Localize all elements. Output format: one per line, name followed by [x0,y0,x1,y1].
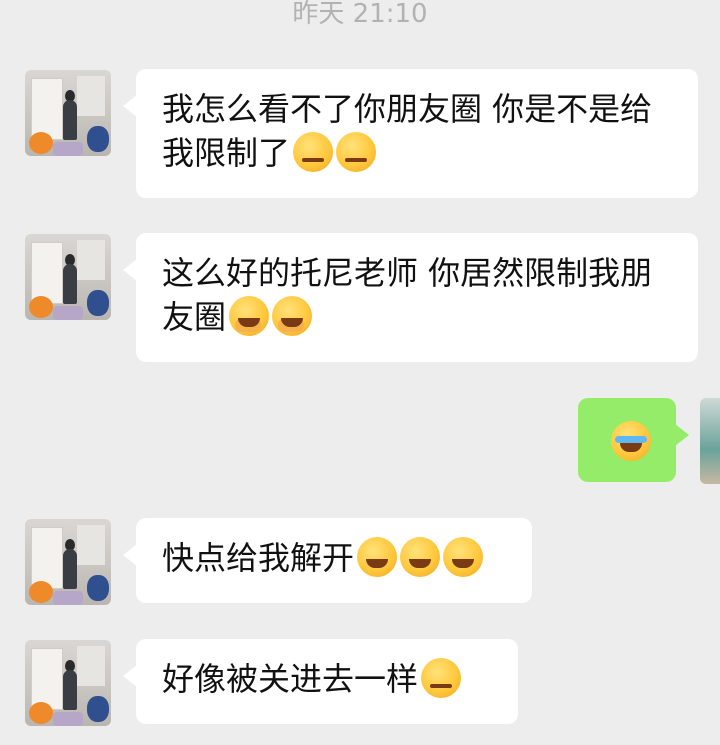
contact-avatar[interactable] [25,519,111,605]
tears-of-joy-emoji-icon [611,421,651,461]
message-text: 快点给我解开 [162,539,355,577]
drooling-emoji-icon [421,658,462,698]
message-bubble-incoming[interactable]: 快点给我解开 [123,518,532,603]
contact-avatar[interactable] [25,234,111,320]
message-bubble-incoming[interactable]: 这么好的托尼老师 你居然限制我朋友圈 [123,233,698,362]
smirk-emoji-icon [336,132,377,172]
self-avatar[interactable] [700,398,720,484]
grin-squint-emoji-icon [400,537,441,577]
message-bubble-incoming[interactable]: 我怎么看不了你朋友圈 你是不是给我限制了 [123,69,698,198]
message-bubble-incoming[interactable]: 好像被关进去一样 [123,639,518,724]
facepalm-emoji-icon [272,296,313,336]
smirk-emoji-icon [293,132,334,172]
contact-avatar[interactable] [25,640,111,726]
message-text: 我怎么看不了你朋友圈 你是不是给我限制了 [162,90,653,172]
facepalm-emoji-icon [229,296,270,336]
message-timestamp: 昨天 21:10 [292,0,428,29]
message-text: 好像被关进去一样 [162,660,419,698]
grin-squint-emoji-icon [443,537,484,577]
message-bubble-outgoing[interactable] [578,398,689,482]
grin-squint-emoji-icon [357,537,398,577]
contact-avatar[interactable] [25,70,111,156]
